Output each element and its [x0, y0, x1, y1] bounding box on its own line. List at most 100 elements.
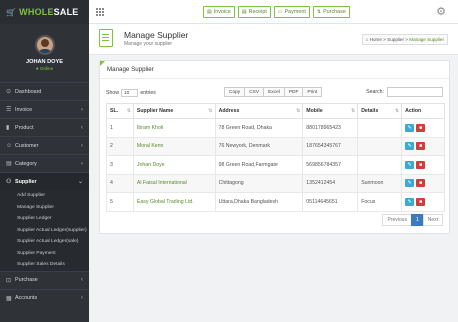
- sidebar-item-invoice[interactable]: ☰ Invoice ‹: [0, 100, 89, 118]
- pencil-icon: ✎: [407, 198, 412, 205]
- column-label: Action: [405, 108, 422, 114]
- brand-name-right: SALE: [53, 7, 79, 17]
- page-title: Manage Supplier: [124, 30, 189, 40]
- receipt-button[interactable]: ▤ Receipt: [237, 6, 271, 18]
- export-csv-button[interactable]: CSV: [244, 87, 265, 97]
- cell-action: ✎ ■: [401, 136, 445, 156]
- cell-mobile: 187654345767: [302, 136, 359, 156]
- sidebar-item-customer[interactable]: ☺ Customer ‹: [0, 136, 89, 154]
- sidebar-item-supplier[interactable]: ⚇ Supplier ⌄: [0, 172, 89, 190]
- brand-logo[interactable]: 🛒 WHOLE SALE: [0, 0, 89, 24]
- chevron-icon: ‹: [81, 160, 83, 167]
- export-print-button[interactable]: Print: [302, 87, 323, 97]
- submenu-item-add-supplier[interactable]: Add Supplier: [0, 190, 89, 202]
- sidebar-item-label: Product: [15, 124, 34, 131]
- show-label: Show: [106, 90, 119, 96]
- delete-button[interactable]: ■: [416, 142, 426, 151]
- cell-sl: 4: [106, 173, 134, 193]
- supplier-submenu: Add Supplier Manage Supplier Supplier Ledg…: [0, 190, 89, 271]
- pencil-icon: ✎: [407, 124, 412, 131]
- submenu-item-supplier-actual-ledger-sale[interactable]: Supplier Actual Ledger(sale): [0, 236, 89, 248]
- sidebar-item-product[interactable]: ▮ Product ‹: [0, 118, 89, 136]
- column-header-action[interactable]: Action: [401, 103, 445, 119]
- delete-button[interactable]: ■: [416, 197, 426, 206]
- gear-icon[interactable]: ⚙: [436, 5, 446, 18]
- sort-icon[interactable]: ⇅: [208, 108, 212, 114]
- sort-icon[interactable]: ⇅: [395, 108, 399, 114]
- apps-grid-icon[interactable]: [96, 8, 104, 16]
- delete-button[interactable]: ■: [416, 160, 426, 169]
- payment-button[interactable]: ▭ Payment: [273, 6, 310, 18]
- topbar: ▤ Invoice ▤ Receipt ▭ Payment ⇅ Purchase ⚙: [89, 0, 458, 24]
- column-label: Details: [361, 108, 379, 114]
- export-pdf-button[interactable]: PDF: [283, 87, 304, 97]
- sort-icon[interactable]: ⇅: [127, 108, 131, 114]
- user-profile: JOHAN DOYE ● Online: [0, 24, 89, 82]
- search-input[interactable]: [387, 87, 443, 97]
- invoice-button[interactable]: ▤ Invoice: [203, 6, 235, 18]
- sort-icon[interactable]: ⇅: [351, 108, 355, 114]
- avatar[interactable]: [34, 35, 55, 55]
- chevron-icon: ‹: [81, 295, 83, 301]
- action-buttons: ✎ ■: [405, 197, 444, 206]
- sidebar-item-label: Dashboard: [15, 88, 42, 95]
- next-page-button[interactable]: Next: [422, 214, 443, 226]
- sidebar-item-dashboard[interactable]: ⊙ Dashboard: [0, 82, 89, 100]
- delete-button[interactable]: ■: [416, 123, 426, 132]
- breadcrumb-current: Manage Supplier: [409, 37, 444, 42]
- export-buttons: Copy CSV Excel PDF Print: [224, 87, 323, 97]
- submenu-item-supplier-payment[interactable]: Supplier Payment: [0, 248, 89, 260]
- cell-sl: 3: [106, 155, 134, 175]
- trash-icon: ■: [419, 180, 423, 187]
- edit-button[interactable]: ✎: [405, 197, 415, 206]
- table-row: 1 Ibram Kholi 78 Green Road, Dhaka 88017896…: [106, 118, 445, 138]
- column-header-mobile[interactable]: Mobile ⇅: [302, 103, 359, 119]
- purchase-icon: ⇅: [316, 9, 322, 15]
- edit-button[interactable]: ✎: [405, 123, 415, 132]
- submenu-item-supplier-sales-details[interactable]: Supplier Sales Details: [0, 259, 89, 271]
- submenu-item-manage-supplier[interactable]: Manage Supplier: [0, 202, 89, 214]
- pencil-icon: ✎: [407, 143, 412, 150]
- button-label: Receipt: [248, 9, 267, 15]
- sidebar-item-category[interactable]: ▤ Category ‹: [0, 154, 89, 172]
- purchase-button[interactable]: ⇅ Purchase: [312, 6, 350, 18]
- cell-name[interactable]: Ibram Kholi: [132, 118, 216, 138]
- cell-action: ✎ ■: [401, 118, 445, 138]
- page-subtitle: Manage your supplier: [124, 41, 173, 47]
- column-header-sl[interactable]: SL. ⇅: [106, 103, 134, 119]
- breadcrumb-home[interactable]: ⌂ Home: [366, 37, 382, 42]
- sidebar-item-label: Supplier: [15, 178, 37, 185]
- sort-icon[interactable]: ⇅: [296, 108, 300, 114]
- brand-name-left: WHOLE: [19, 7, 54, 17]
- sidebar-item-accounts[interactable]: ▦ Accounts ‹: [0, 288, 89, 307]
- sidebar-item-purchase[interactable]: ⊡ Purchase ‹: [0, 270, 89, 289]
- edit-button[interactable]: ✎: [405, 160, 415, 169]
- column-header-address[interactable]: Address ⇅: [214, 103, 304, 119]
- sidebar-item-label: Purchase: [15, 277, 38, 283]
- cell-name[interactable]: Moral Kenn: [132, 136, 216, 156]
- table-row: 3 Johan Doye 98 Green Road,Farmgate 5698567…: [106, 155, 445, 175]
- cell-action: ✎ ■: [401, 173, 445, 193]
- table-controls: Show 10 entries Copy CSV Excel PDF Print Sea…: [106, 87, 443, 99]
- delete-button[interactable]: ■: [416, 179, 426, 188]
- previous-page-button[interactable]: Previous: [382, 214, 412, 226]
- cell-name[interactable]: Johan Doye: [132, 155, 216, 175]
- trash-icon: ■: [419, 124, 423, 131]
- breadcrumb-supplier[interactable]: Supplier: [387, 37, 404, 42]
- export-copy-button[interactable]: Copy: [224, 87, 246, 97]
- breadcrumb: ⌂ Home > Supplier > Manage Supplier: [361, 34, 448, 45]
- submenu-item-supplier-actual-ledger-supplier[interactable]: Supplier Actual Ledger(supplier): [0, 225, 89, 237]
- button-label: Payment: [284, 9, 306, 15]
- column-header-details[interactable]: Details ⇅: [357, 103, 403, 119]
- action-buttons: ✎ ■: [405, 160, 444, 169]
- chevron-icon: ‹: [81, 142, 83, 149]
- edit-button[interactable]: ✎: [405, 179, 415, 188]
- cell-mobile: 880178965423: [302, 118, 359, 138]
- column-header-supplier-name[interactable]: Supplier Name ⇅: [132, 103, 216, 119]
- cell-name[interactable]: Easy Global Trading Ltd.: [132, 192, 216, 212]
- export-excel-button[interactable]: Excel: [263, 87, 285, 97]
- cell-name[interactable]: Al Faisal International: [132, 173, 216, 193]
- edit-button[interactable]: ✎: [405, 142, 415, 151]
- submenu-item-supplier-ledger[interactable]: Supplier Ledger: [0, 213, 89, 225]
- page-length-select[interactable]: 10: [120, 89, 139, 97]
